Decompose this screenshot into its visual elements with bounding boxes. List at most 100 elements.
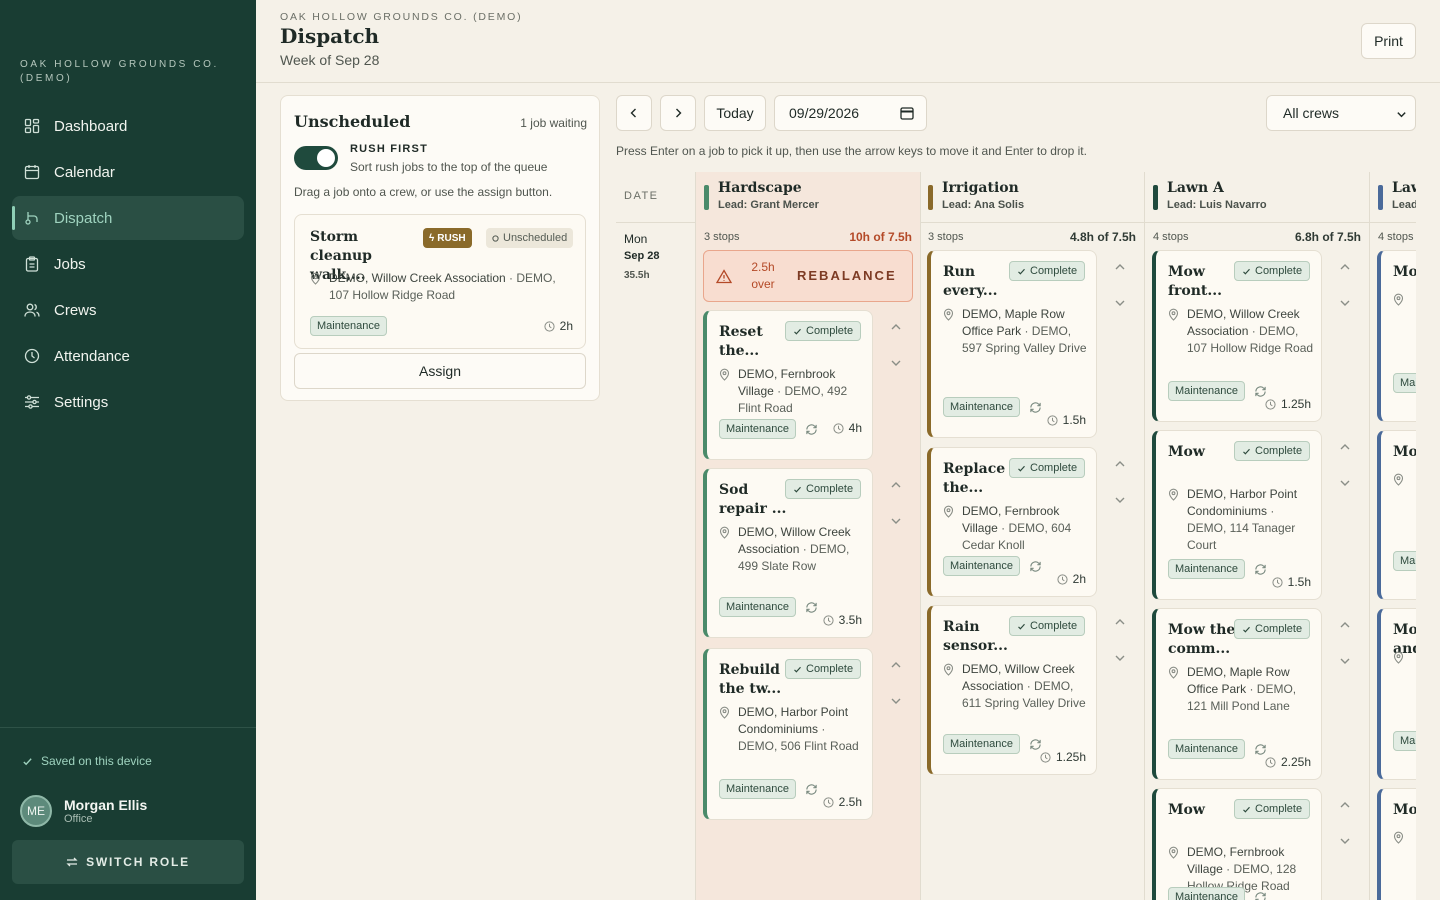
job-location: DEMO, Willow Creek Association · DEMO, 4… — [719, 524, 867, 575]
date-input[interactable]: 09/29/2026 — [774, 95, 927, 131]
chevron-down-icon[interactable] — [1114, 495, 1126, 505]
job-card[interactable]: Rain sensor... Complete DEMO, Willow Creek… — [927, 605, 1097, 775]
job-card[interactable]: Mow andMaintenance — [1377, 608, 1416, 780]
sidebar-item-dispatch[interactable]: Dispatch — [12, 196, 244, 240]
job-card[interactable]: Mow front... Complete DEMO, Willow Creek A… — [1152, 250, 1322, 422]
job-location: DEMO, Willow Creek Association · DEMO, 1… — [1168, 306, 1316, 357]
reorder-controls — [1339, 620, 1357, 668]
chevron-down-icon[interactable] — [890, 696, 902, 706]
map-pin-icon — [1393, 473, 1404, 486]
check-icon — [1243, 806, 1250, 813]
status-badge: Complete — [1234, 619, 1311, 639]
sidebar-item-jobs[interactable]: Jobs — [12, 242, 244, 286]
chevron-up-icon[interactable] — [890, 660, 902, 670]
calendar-icon — [900, 107, 914, 120]
job-title: Sod repair ... — [719, 482, 787, 517]
recurring-icon — [1254, 891, 1267, 900]
rebalance-alert[interactable]: 2.5h over REBALANCE — [703, 250, 913, 302]
job-card[interactable]: Replace the... Complete DEMO, Fernbrook Vi… — [927, 447, 1097, 597]
job-card[interactable]: Mow the comm... Complete DEMO, Maple Row O… — [1152, 608, 1322, 780]
chevron-down-icon[interactable] — [890, 516, 902, 526]
today-button[interactable]: Today — [704, 95, 766, 131]
clock-icon — [833, 422, 844, 434]
status-badge: Complete — [1009, 261, 1086, 281]
chevron-up-icon[interactable] — [1339, 442, 1351, 452]
chevron-up-icon[interactable] — [890, 322, 902, 332]
calendar-icon — [24, 165, 40, 180]
job-card[interactable]: Run every... Complete DEMO, Maple Row Offi… — [927, 250, 1097, 438]
chevron-down-icon[interactable] — [1114, 298, 1126, 308]
users-icon — [24, 303, 40, 317]
job-card[interactable]: Reset the... Complete DEMO, Fernbrook Vill… — [703, 310, 873, 460]
company-name: OAK HOLLOW GROUNDS CO. (DEMO) — [280, 11, 523, 23]
crew-filter-select[interactable]: All crews — [1266, 95, 1416, 131]
recurring-icon — [805, 601, 818, 619]
status-badge: Complete — [785, 321, 862, 341]
chevron-up-icon[interactable] — [1114, 617, 1126, 627]
crew-column: Irrigation Lead: Ana Solis 3 stops 4.8h of … — [920, 172, 1145, 900]
sidebar-item-calendar[interactable]: Calendar — [12, 150, 244, 194]
rush-first-toggle[interactable] — [294, 146, 338, 170]
previous-week-button[interactable] — [616, 95, 652, 131]
job-card[interactable]: Mow Maintenance — [1377, 430, 1416, 600]
job-card[interactable]: Mow Complete DEMO, Harbor Point Condominiu… — [1152, 430, 1322, 600]
job-card[interactable]: Mow — [1377, 788, 1416, 900]
map-pin-icon — [1168, 846, 1179, 859]
brand-name: OAK HOLLOW GROUNDS CO. (DEMO) — [20, 59, 219, 84]
print-button[interactable]: Print — [1361, 23, 1416, 59]
crew-load: 4.8h of 7.5h — [1069, 230, 1136, 244]
job-title: Mow — [1393, 444, 1416, 460]
status-badge: Complete — [785, 479, 862, 499]
chevron-down-icon[interactable] — [1339, 656, 1351, 666]
chevron-up-icon[interactable] — [1114, 262, 1126, 272]
recurring-icon — [1030, 402, 1041, 413]
chevron-up-icon[interactable] — [1114, 459, 1126, 469]
chevron-down-icon[interactable] — [1339, 478, 1351, 488]
job-card[interactable]: Sod repair ... Complete DEMO, Willow Creek… — [703, 468, 873, 638]
unscheduled-job-card[interactable]: Storm cleanup walk,... ϟ RUSH Unschedule… — [294, 214, 586, 349]
job-type-tag: Maintenance — [1393, 373, 1416, 393]
job-type-tag: Maintenance — [719, 779, 796, 799]
rush-badge: ϟ RUSH — [423, 228, 472, 248]
sidebar-item-crews[interactable]: Crews — [12, 288, 244, 332]
status-badge-label: Complete — [806, 325, 854, 337]
job-card[interactable]: Mow Complete DEMO, Fernbrook Village · DEM… — [1152, 788, 1322, 900]
status-badge-label: Complete — [1255, 445, 1303, 457]
check-icon — [794, 486, 801, 493]
crew-column: Lawn A Lead: Luis Navarro 4 stops 6.8h of 7… — [1145, 172, 1370, 900]
next-week-button[interactable] — [660, 95, 696, 131]
job-card[interactable]: Mow Maintenance — [1377, 250, 1416, 422]
reorder-controls — [890, 480, 908, 528]
job-type-tag: Maintenance — [943, 734, 1020, 754]
rebalance-button[interactable]: REBALANCE — [797, 268, 897, 283]
sidebar-item-dashboard[interactable]: Dashboard — [12, 104, 244, 148]
sidebar-item-label: Attendance — [54, 347, 130, 365]
check-icon — [794, 666, 801, 673]
job-title: Run every... — [943, 264, 998, 299]
sidebar: OAK HOLLOW GROUNDS CO. (DEMO) Dashboard … — [0, 0, 256, 900]
chevron-down-icon[interactable] — [1339, 298, 1351, 308]
map-pin-icon — [943, 308, 954, 321]
chevron-up-icon[interactable] — [1339, 620, 1351, 630]
assign-button[interactable]: Assign — [294, 353, 586, 389]
chevron-up-icon[interactable] — [890, 480, 902, 490]
chevron-down-icon[interactable] — [890, 358, 902, 368]
chevron-up-icon[interactable] — [1339, 800, 1351, 810]
map-pin-icon — [1168, 308, 1179, 321]
sidebar-nav: Dashboard Calendar Dispatch Jobs Crews A… — [12, 104, 244, 426]
sidebar-item-label: Dashboard — [54, 117, 128, 135]
status-badge: Unscheduled — [486, 228, 574, 248]
job-type-tag: Maintenance — [1168, 739, 1245, 759]
crew-load: 10h of 7.5h — [849, 230, 912, 244]
sidebar-item-attendance[interactable]: Attendance — [12, 334, 244, 378]
check-icon — [794, 328, 801, 335]
switch-role-button[interactable]: SWITCH ROLE — [12, 840, 244, 884]
chevron-down-icon[interactable] — [1114, 653, 1126, 663]
chevron-up-icon[interactable] — [1339, 262, 1351, 272]
job-card[interactable]: Rebuild the tw... Complete DEMO, Harbor Po… — [703, 648, 873, 820]
chevron-down-icon[interactable] — [1339, 836, 1351, 846]
dashboard-icon — [24, 118, 40, 134]
sidebar-item-settings[interactable]: Settings — [12, 380, 244, 424]
sidebar-item-label: Jobs — [54, 255, 86, 273]
job-location: DEMO, Harbor Point Condominiums · DEMO, … — [719, 704, 867, 755]
